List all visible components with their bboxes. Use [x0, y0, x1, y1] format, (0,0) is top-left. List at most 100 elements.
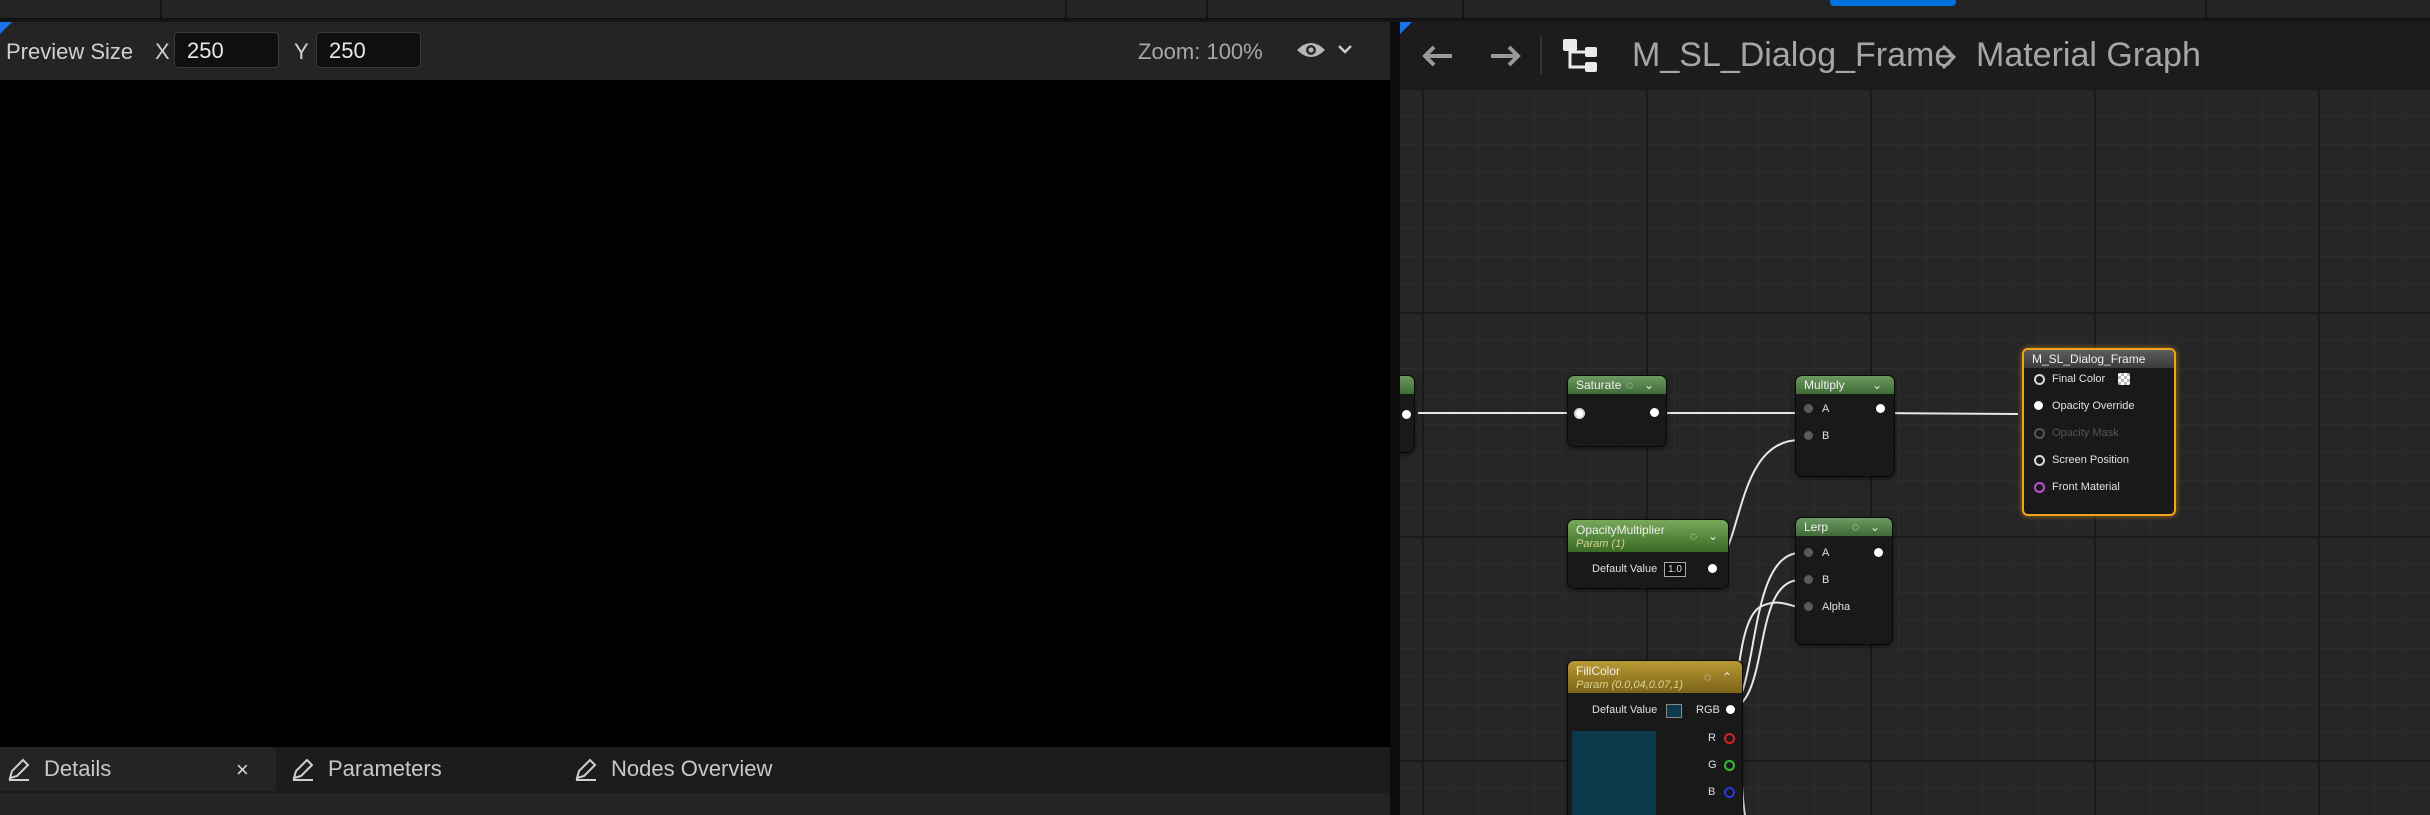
node-title: OpacityMultiplier — [1576, 523, 1665, 537]
input-pin[interactable] — [2034, 401, 2043, 410]
chevron-down-icon[interactable]: ⌄ — [1872, 376, 1882, 394]
preview-panel: Preview Size X 250 Y 250 Zoom: 100% Deta… — [0, 22, 1390, 815]
chevron-down-icon[interactable]: ⌄ — [1870, 518, 1880, 536]
preview-x-field[interactable]: 250 — [174, 32, 279, 68]
pencil-icon — [575, 758, 597, 781]
output-pin[interactable] — [1876, 404, 1885, 413]
pin-row-b[interactable]: B — [1796, 571, 1892, 589]
default-value-field[interactable]: 1.0 — [1664, 562, 1686, 577]
pin-row-g[interactable]: G — [1568, 756, 1742, 774]
tab-separator — [1206, 0, 1208, 18]
pin-row-a[interactable]: A — [1796, 544, 1892, 562]
default-value-row: Default Value RGB — [1568, 701, 1742, 719]
input-pin[interactable] — [1804, 575, 1813, 584]
preview-toolbar: Preview Size X 250 Y 250 Zoom: 100% — [0, 22, 1390, 80]
pin-row-r[interactable]: R — [1568, 729, 1742, 747]
node-header: Saturate ◌ ⌄ — [1568, 376, 1666, 394]
preview-size-label: Preview Size — [6, 39, 134, 64]
input-pin[interactable] — [1804, 404, 1813, 413]
color-swatch[interactable] — [1666, 704, 1682, 718]
bottom-tab-bar: Details × Parameters Nodes Overview — [0, 747, 1390, 815]
pin-row-a[interactable]: A — [1796, 400, 1894, 418]
node-header: FillColor Param (0.0,04,0.07,1) ◌ ⌃ — [1568, 661, 1742, 693]
pencil-icon — [292, 758, 314, 781]
node-header: OpacityMultiplier Param (1) ◌ ⌄ — [1568, 520, 1728, 552]
input-pin[interactable] — [1804, 431, 1813, 440]
pin-label: Front Material — [2052, 481, 2120, 493]
default-value-label: Default Value — [1592, 563, 1658, 575]
node-header: M_SL_Dialog_Frame — [2024, 350, 2174, 368]
preview-toggle-icon[interactable]: ◌ — [1626, 376, 1633, 394]
preview-y-field[interactable]: 250 — [316, 32, 421, 68]
pin-label: RGB — [1696, 704, 1720, 716]
tab-label: Nodes Overview — [611, 756, 773, 781]
output-pin[interactable] — [1724, 787, 1735, 798]
node-title: Lerp — [1804, 520, 1829, 534]
panel-splitter[interactable] — [1390, 22, 1400, 815]
node-title: FillColor — [1576, 664, 1621, 678]
pin-label: G — [1708, 759, 1717, 771]
tab-nodes-overview[interactable]: Nodes Overview — [573, 747, 772, 791]
preview-toggle-icon[interactable]: ◌ — [1690, 527, 1697, 545]
tab-label: Parameters — [328, 756, 442, 781]
node-title: Saturate — [1576, 378, 1622, 392]
chevron-down-icon[interactable]: ⌄ — [1644, 376, 1654, 394]
fill-color-node[interactable]: FillColor Param (0.0,04,0.07,1) ◌ ⌃ Defa… — [1568, 661, 1742, 815]
checker-swatch — [2118, 373, 2130, 385]
active-tab-indicator[interactable] — [1830, 0, 1956, 6]
pin-label: Opacity Override — [2052, 400, 2135, 412]
pin-label: Opacity Mask — [2052, 427, 2119, 439]
pin-label: A — [1822, 403, 1830, 415]
pin-row-screen-position[interactable]: Screen Position — [2024, 451, 2174, 469]
material-output-node[interactable]: M_SL_Dialog_Frame Final Color Opacity Ov… — [2022, 348, 2176, 516]
lerp-node[interactable]: Lerp ◌ ⌄ A B Alpha — [1796, 518, 1892, 644]
output-pin[interactable] — [1726, 705, 1735, 714]
saturate-node[interactable]: Saturate ◌ ⌄ — [1568, 376, 1666, 446]
tab-details[interactable]: Details × — [0, 747, 276, 791]
node-header: Multiply ⌄ — [1796, 376, 1894, 394]
pin-row-final-color[interactable]: Final Color — [2024, 370, 2174, 388]
chevron-down-icon[interactable] — [1338, 44, 1352, 54]
preview-toggle-icon[interactable]: ◌ — [1852, 518, 1859, 536]
output-pin[interactable] — [1724, 733, 1735, 744]
node-title: M_SL_Dialog_Frame — [2032, 352, 2146, 366]
input-pin[interactable] — [1574, 408, 1585, 419]
output-pin[interactable] — [1724, 760, 1735, 771]
chevron-down-icon[interactable]: ⌄ — [1708, 527, 1718, 545]
pin-row-opacity-mask: Opacity Mask — [2024, 424, 2174, 442]
pin-row-b[interactable]: B — [1796, 427, 1894, 445]
pencil-icon — [8, 758, 30, 781]
pin-row-alpha[interactable]: Alpha — [1796, 598, 1892, 616]
node-subtitle: Param (0.0,04,0.07,1) — [1576, 679, 1684, 691]
material-graph-canvas[interactable]: M_SL_Dialog_Frame Material Graph Saturat… — [1400, 22, 2430, 815]
node-subtitle: Param (1) — [1576, 538, 1625, 550]
output-pin[interactable] — [1708, 564, 1717, 573]
input-pin[interactable] — [2034, 455, 2045, 466]
pin-row-b[interactable]: B — [1568, 783, 1742, 801]
output-pin[interactable] — [1402, 410, 1411, 419]
preview-viewport[interactable] — [0, 80, 1390, 747]
close-icon[interactable]: × — [236, 757, 249, 783]
output-pin[interactable] — [1874, 548, 1883, 557]
input-pin[interactable] — [2034, 374, 2045, 385]
offscreen-node[interactable] — [1400, 376, 1414, 452]
preview-toggle-icon[interactable]: ◌ — [1704, 668, 1711, 686]
input-pin[interactable] — [1804, 602, 1813, 611]
pin-row-front-material[interactable]: Front Material — [2024, 478, 2174, 496]
pin-label: Final Color — [2052, 373, 2106, 385]
node-wires — [1418, 412, 2019, 815]
tab-separator — [1462, 0, 1464, 18]
pin-row-opacity-override[interactable]: Opacity Override — [2024, 397, 2174, 415]
zoom-level: Zoom: 100% — [1138, 39, 1263, 64]
multiply-node[interactable]: Multiply ⌄ A B — [1796, 376, 1894, 476]
input-pin[interactable] — [1804, 548, 1813, 557]
opacity-multiplier-node[interactable]: OpacityMultiplier Param (1) ◌ ⌄ Default … — [1568, 520, 1728, 588]
tab-separator — [160, 0, 162, 18]
chevron-up-icon[interactable]: ⌃ — [1722, 668, 1732, 686]
eye-icon[interactable] — [1296, 40, 1326, 60]
output-pin[interactable] — [1650, 408, 1659, 417]
default-value-row: Default Value 1.0 — [1568, 560, 1728, 578]
pin-label: Alpha — [1822, 601, 1851, 613]
input-pin[interactable] — [2034, 482, 2045, 493]
tab-parameters[interactable]: Parameters — [290, 747, 442, 791]
